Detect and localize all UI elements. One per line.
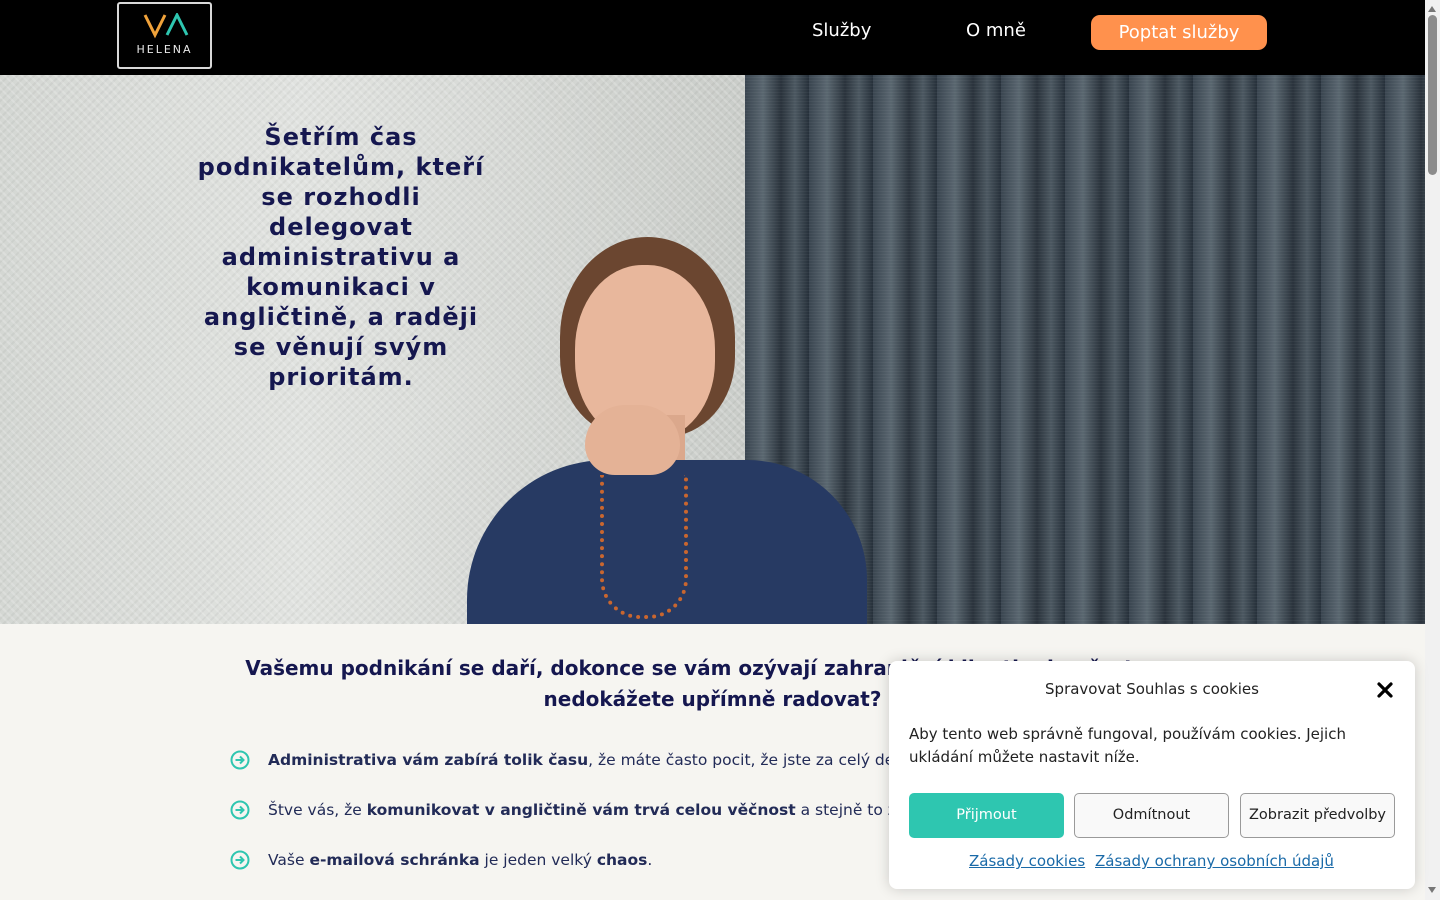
deny-button[interactable]: Odmítnout (1074, 793, 1229, 838)
scroll-down-arrow-icon[interactable] (1428, 887, 1436, 893)
request-services-button[interactable]: Poptat služby (1091, 15, 1267, 50)
cookie-consent-panel: Spravovat Souhlas s cookies Aby tento we… (889, 661, 1415, 889)
portrait-hand (585, 405, 680, 475)
scroll-up-arrow-icon[interactable] (1428, 6, 1436, 12)
list-item-text: Štve vás, že komunikovat v angličtině vá… (268, 801, 993, 819)
cookie-title: Spravovat Souhlas s cookies (1045, 680, 1259, 698)
portrait-necklace (600, 475, 688, 619)
privacy-policy-link[interactable]: Zásady ochrany osobních údajů (1095, 852, 1334, 870)
nav-link-sluzby[interactable]: Služby (812, 20, 871, 41)
show-preferences-button[interactable]: Zobrazit předvolby (1240, 793, 1395, 838)
nav-link-o-mne[interactable]: O mně (966, 20, 1026, 41)
cookie-description: Aby tento web správně fungoval, používám… (909, 725, 1346, 766)
accept-button[interactable]: Přijmout (909, 793, 1064, 838)
hero-title: Šetřím čas podnikatelům, kteří se rozhod… (197, 123, 485, 391)
arrow-circle-icon (230, 750, 250, 774)
site-logo[interactable]: HELENA (117, 2, 212, 69)
arrow-circle-icon (230, 850, 250, 874)
close-icon[interactable] (1375, 680, 1395, 700)
list-item-text: Vaše e-mailová schránka je jeden velký c… (268, 851, 653, 869)
cookie-policy-link[interactable]: Zásady cookies (969, 852, 1085, 870)
hero-section: Šetřím čas podnikatelům, kteří se rozhod… (0, 75, 1425, 624)
scrollbar-thumb[interactable] (1428, 15, 1437, 175)
site-header: HELENA Služby O mně Poptat služby (0, 0, 1425, 75)
arrow-circle-icon (230, 800, 250, 824)
va-logo-icon (143, 13, 189, 39)
logo-text: HELENA (136, 43, 193, 56)
